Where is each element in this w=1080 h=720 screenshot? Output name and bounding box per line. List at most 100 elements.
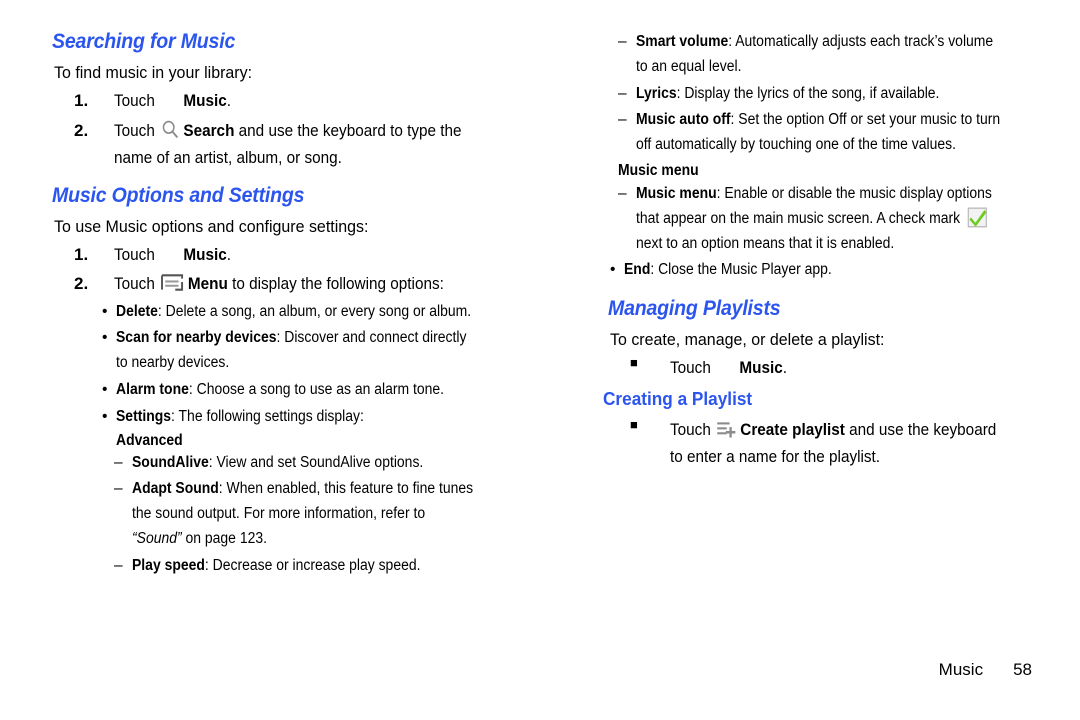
- step-text-bold: Create playlist: [740, 419, 845, 439]
- list-item-desc: : Display the lyrics of the song, if ava…: [676, 84, 940, 102]
- list-item-bold: Lyrics: [636, 84, 677, 102]
- lead-managing-playlists: To create, manage, or delete a playlist:: [610, 330, 885, 350]
- step-text-pre: Touch: [670, 358, 716, 378]
- list-item-lyrics: – Lyrics: Display the lyrics of the song…: [618, 82, 1050, 107]
- step-text-pre: Touch: [114, 91, 160, 110]
- left-column: Searching for Music To find music in you…: [44, 30, 514, 581]
- step-1-touch-music-options: 1. Touch Music.: [74, 241, 514, 269]
- list-item-alarm-tone: • Alarm tone: Choose a song to use as an…: [102, 378, 514, 403]
- step-text-bold: Music: [183, 244, 227, 264]
- list-item-music-menu: – Music menu: Enable or disable the musi…: [618, 182, 1050, 256]
- list-item-end: • End: Close the Music Player app.: [610, 258, 1050, 283]
- square-bullet-marker: ■: [630, 416, 638, 432]
- section-heading-music-options-and-settings: Music Options and Settings: [52, 183, 305, 207]
- dash-marker: –: [618, 33, 627, 50]
- footer-page-number: 58: [1013, 660, 1032, 679]
- list-item-text: Alarm tone: Choose a song to use as an a…: [116, 378, 474, 403]
- list-item-ref-italic: “Sound”: [132, 530, 182, 548]
- list-item-bold: Scan for nearby devices: [116, 329, 277, 347]
- step-text-post: .: [226, 91, 232, 110]
- step-text-post: to display the following options:: [227, 274, 444, 294]
- step-text-pre: Touch: [114, 274, 160, 294]
- step-text-bold: Music: [739, 358, 783, 378]
- bullet-marker: •: [102, 407, 108, 425]
- step-text: Touch Menu to display the following opti…: [114, 270, 474, 298]
- list-item-text: Lyrics: Display the lyrics of the song, …: [636, 82, 1009, 107]
- step-text: Touch Music.: [670, 354, 1012, 382]
- step-text-bold: Music: [183, 91, 227, 110]
- list-item-text: Delete: Delete a song, an album, or ever…: [116, 300, 474, 325]
- step-text: Touch Search and use the keyboard to typ…: [114, 117, 474, 172]
- bullet-marker: •: [102, 302, 108, 320]
- list-item-bold: Play speed: [132, 556, 205, 574]
- square-bullet-marker: ■: [630, 355, 638, 371]
- step-text-post: .: [226, 244, 232, 264]
- list-item-delete: • Delete: Delete a song, an album, or ev…: [102, 300, 514, 325]
- list-item-desc: : Choose a song to use as an alarm tone.: [188, 381, 445, 399]
- step-text-bold: Search: [183, 120, 235, 140]
- menu-icon: [161, 274, 184, 291]
- section-heading-managing-playlists: Managing Playlists: [608, 297, 781, 321]
- right-column: – Smart volume: Automatically adjusts ea…: [600, 30, 1050, 473]
- step-1-touch-music: 1. Touch Music.: [74, 87, 514, 115]
- list-item-bold: Music auto off: [636, 111, 731, 129]
- list-item-bold: End: [624, 261, 651, 279]
- section-heading-searching-for-music: Searching for Music: [52, 30, 236, 53]
- list-item-text: Smart volume: Automatically adjusts each…: [636, 30, 1009, 80]
- dash-marker: –: [618, 184, 627, 202]
- step-touch-create-playlist: ■ Touch Create playlist and use the keyb…: [630, 416, 1050, 471]
- list-item-adapt-sound: – Adapt Sound: When enabled, this featur…: [114, 477, 514, 551]
- manual-page: Searching for Music To find music in you…: [0, 0, 1080, 720]
- section-heading-creating-a-playlist: Creating a Playlist: [603, 387, 753, 409]
- step-touch-music-playlists: ■ Touch Music.: [630, 354, 1050, 382]
- list-item-desc-2: next to an option means that it is enabl…: [636, 234, 895, 252]
- list-item-text: Music auto off: Set the option Off or se…: [636, 108, 1009, 158]
- list-item-desc: : Delete a song, an album, or every song…: [157, 302, 472, 320]
- step-text-pre: Touch: [114, 244, 160, 264]
- list-item-bold: Delete: [116, 302, 158, 320]
- list-item-text: SoundAlive: View and set SoundAlive opti…: [132, 451, 476, 476]
- list-item-smart-volume: – Smart volume: Automatically adjusts ea…: [618, 30, 1050, 80]
- list-item-play-speed: – Play speed: Decrease or increase play …: [114, 554, 514, 579]
- subheading-music-menu: Music menu: [618, 161, 699, 179]
- page-footer: Music 58: [0, 660, 1080, 680]
- list-item-desc-2: on page 123.: [181, 530, 267, 548]
- dash-marker: –: [618, 84, 627, 102]
- subheading-advanced: Advanced: [116, 431, 183, 449]
- step-text-pre: Touch: [670, 419, 716, 439]
- check-mark-icon: [968, 207, 989, 228]
- list-item-text: Settings: The following settings display…: [116, 405, 474, 430]
- step-marker: 2.: [74, 120, 89, 140]
- lead-searching-for-music: To find music in your library:: [54, 63, 253, 82]
- step-marker: 2.: [74, 274, 89, 294]
- list-item-music-auto-off: – Music auto off: Set the option Off or …: [618, 108, 1050, 158]
- create-playlist-icon: [717, 420, 737, 439]
- step-text-bold: Menu: [187, 274, 228, 294]
- footer-chapter-label: Music: [938, 660, 984, 679]
- list-item-bold: Settings: [116, 407, 172, 425]
- step-text: Touch Music.: [114, 87, 474, 115]
- dash-marker: –: [114, 556, 123, 574]
- list-item-text: Play speed: Decrease or increase play sp…: [132, 554, 476, 579]
- step-marker: 1.: [74, 91, 89, 110]
- music-icon: [161, 89, 181, 111]
- step-2-touch-menu: 2. Touch Menu to display the following o…: [74, 270, 514, 298]
- dash-marker: –: [114, 480, 123, 498]
- step-text-pre: Touch: [114, 120, 160, 140]
- list-item-desc: : View and set SoundAlive options.: [208, 453, 424, 471]
- bullet-marker: •: [102, 329, 108, 347]
- step-text: Touch Create playlist and use the keyboa…: [670, 416, 1012, 471]
- music-icon: [717, 356, 737, 378]
- step-text: Touch Music.: [114, 241, 474, 269]
- list-item-bold: SoundAlive: [132, 453, 209, 471]
- step-marker: 1.: [74, 244, 89, 264]
- bullet-marker: •: [102, 381, 108, 399]
- list-item-desc: : Decrease or increase play speed.: [204, 556, 421, 574]
- dash-marker: –: [618, 111, 627, 129]
- list-item-scan-for-nearby-devices: • Scan for nearby devices: Discover and …: [102, 326, 514, 376]
- search-icon: [161, 119, 180, 140]
- dash-marker: –: [114, 453, 123, 471]
- list-item-soundalive: – SoundAlive: View and set SoundAlive op…: [114, 451, 514, 476]
- list-item-bold: Adapt Sound: [132, 480, 219, 498]
- list-item-bold: Music menu: [636, 184, 717, 202]
